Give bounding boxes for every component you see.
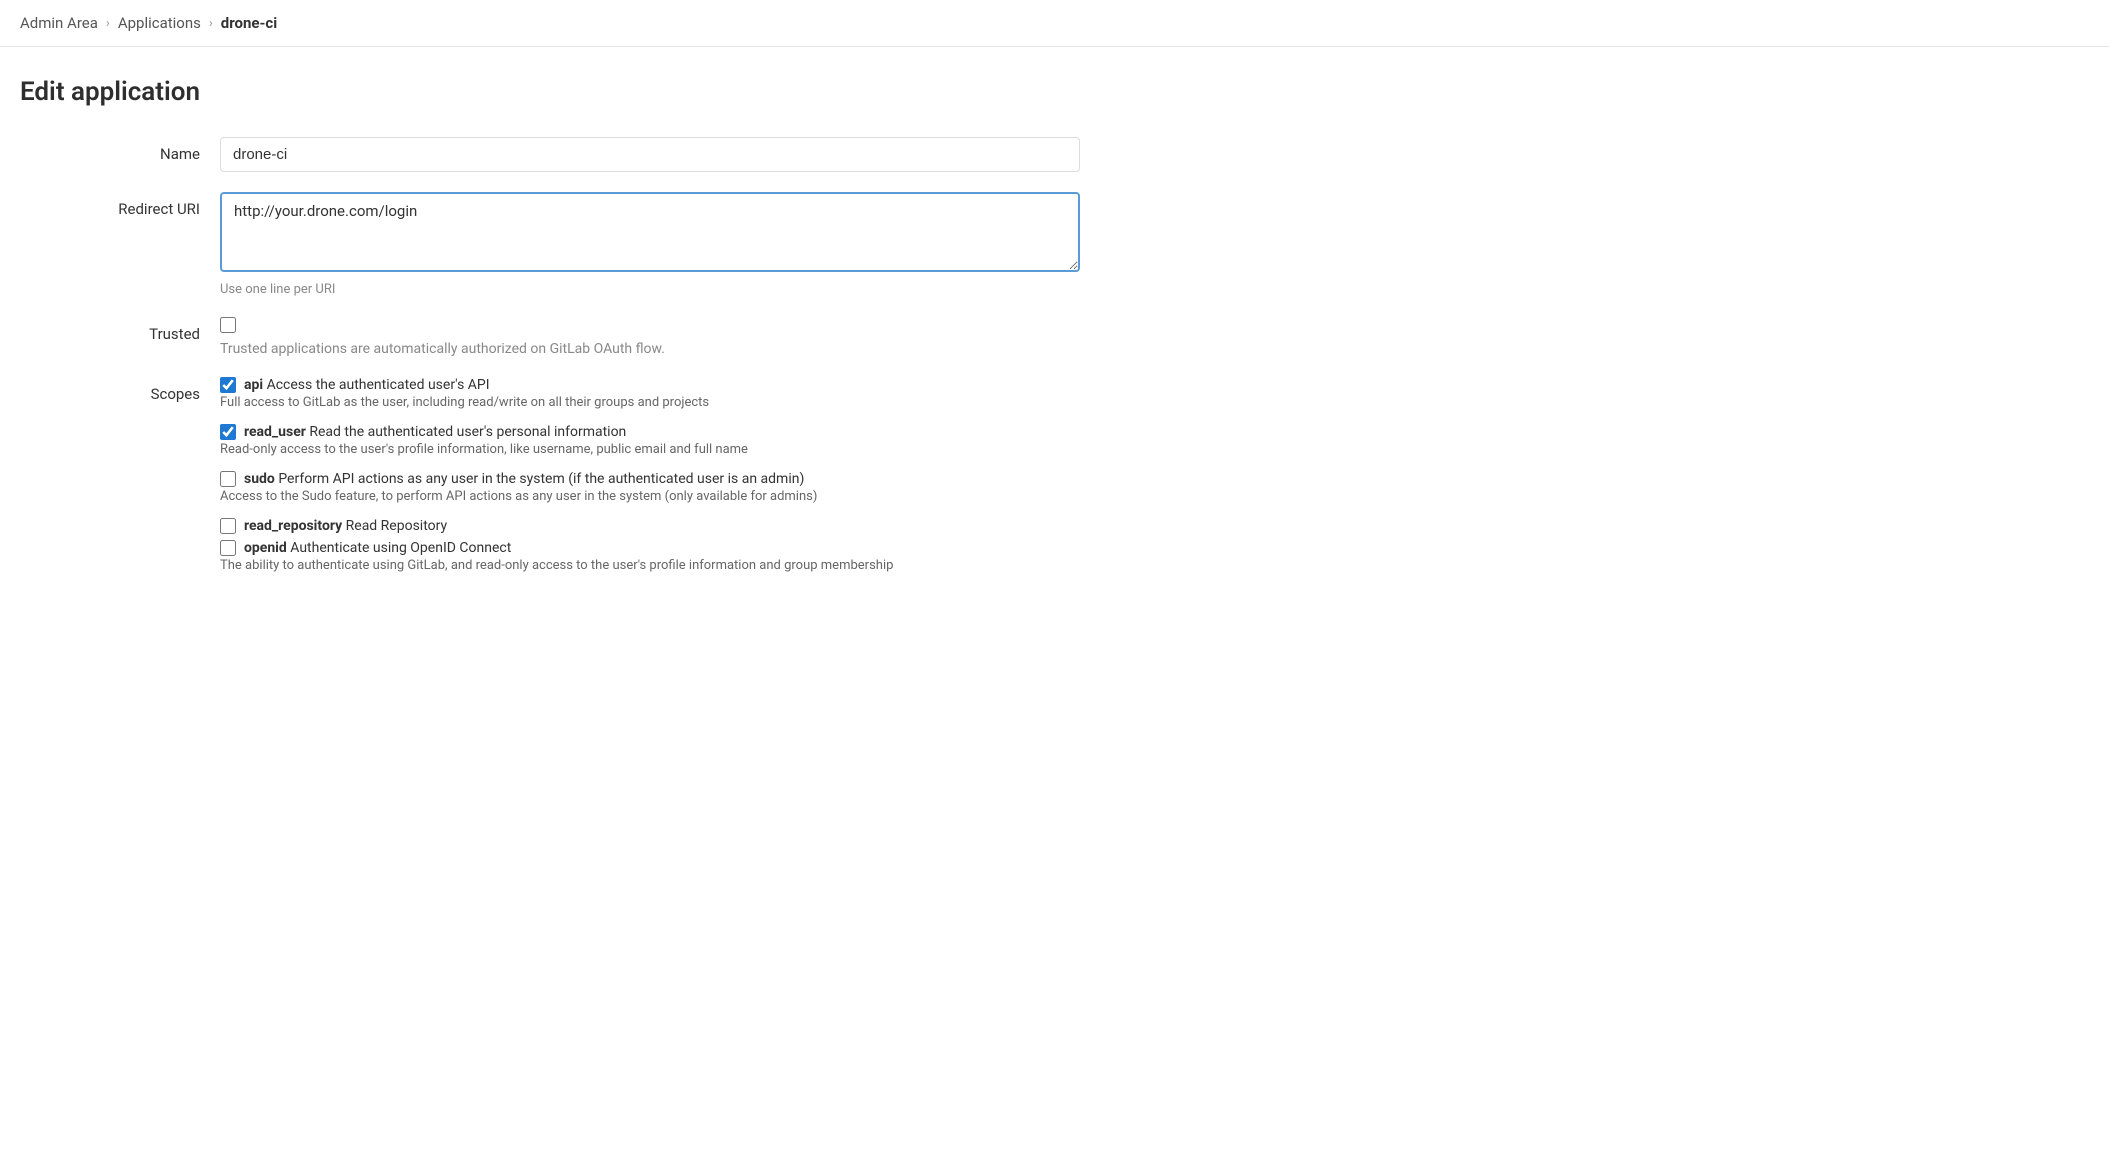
scope-name: openid [244, 540, 287, 556]
redirect-uri-row: Redirect URI http://your.drone.com/login… [20, 192, 1080, 297]
scope-name: read_repository [244, 518, 342, 534]
scope-item: read_user Read the authenticated user's … [220, 424, 1080, 465]
scope-name: api [244, 377, 263, 393]
scope-label-row: openid Authenticate using OpenID Connect [220, 540, 1080, 556]
edit-application-form: Name Redirect URI http://your.drone.com/… [20, 137, 1080, 607]
scope-detail: Full access to GitLab as the user, inclu… [220, 395, 1080, 410]
scope-checkbox-sudo[interactable] [220, 471, 236, 487]
breadcrumb-separator-2: › [209, 16, 213, 31]
name-input[interactable] [220, 137, 1080, 172]
scope-label-row: sudo Perform API actions as any user in … [220, 471, 1080, 487]
scope-detail: Read-only access to the user's profile i… [220, 442, 1080, 457]
trusted-field: Trusted applications are automatically a… [220, 317, 1080, 357]
redirect-uri-input[interactable]: http://your.drone.com/login [220, 192, 1080, 272]
scope-description: Access the authenticated user's API [267, 377, 490, 393]
breadcrumb-admin-area[interactable]: Admin Area [20, 14, 98, 32]
redirect-uri-field: http://your.drone.com/login Use one line… [220, 192, 1080, 297]
name-row: Name [20, 137, 1080, 172]
scope-checkbox-openid[interactable] [220, 540, 236, 556]
scope-label-sudo[interactable]: sudo Perform API actions as any user in … [244, 471, 804, 487]
trusted-description: Trusted applications are automatically a… [220, 341, 1080, 357]
breadcrumb-applications[interactable]: Applications [118, 14, 201, 32]
breadcrumb-separator-1: › [106, 16, 110, 31]
trusted-row: Trusted Trusted applications are automat… [20, 317, 1080, 357]
name-label: Name [20, 137, 220, 163]
scopes-row: Scopes api Access the authenticated user… [20, 377, 1080, 587]
page-title: Edit application [20, 77, 1080, 107]
scope-label-row: read_user Read the authenticated user's … [220, 424, 1080, 440]
scope-description: Authenticate using OpenID Connect [290, 540, 511, 556]
scope-label-api[interactable]: api Access the authenticated user's API [244, 377, 490, 393]
scope-checkbox-api[interactable] [220, 377, 236, 393]
scope-detail: Access to the Sudo feature, to perform A… [220, 489, 1080, 504]
scope-description: Read the authenticated user's personal i… [309, 424, 626, 440]
scope-item: api Access the authenticated user's API F… [220, 377, 1080, 418]
scope-label-read_repository[interactable]: read_repository Read Repository [244, 518, 447, 534]
scope-label-openid[interactable]: openid Authenticate using OpenID Connect [244, 540, 511, 556]
breadcrumb: Admin Area › Applications › drone-ci [0, 0, 2109, 47]
name-field [220, 137, 1080, 172]
scope-item: openid Authenticate using OpenID Connect… [220, 540, 1080, 581]
scope-description: Perform API actions as any user in the s… [278, 471, 804, 487]
scopes-container: api Access the authenticated user's API F… [220, 377, 1080, 587]
scope-detail: The ability to authenticate using GitLab… [220, 558, 1080, 573]
trusted-checkbox[interactable] [220, 317, 236, 333]
scope-checkbox-read_repository[interactable] [220, 518, 236, 534]
scope-description: Read Repository [346, 518, 447, 534]
trusted-label: Trusted [20, 317, 220, 343]
scopes-label: Scopes [20, 377, 220, 403]
scope-name: read_user [244, 424, 306, 440]
redirect-uri-label: Redirect URI [20, 192, 220, 218]
scopes-field: api Access the authenticated user's API F… [220, 377, 1080, 587]
main-content: Edit application Name Redirect URI http:… [0, 47, 1100, 647]
breadcrumb-current: drone-ci [221, 14, 277, 32]
scope-label-read_user[interactable]: read_user Read the authenticated user's … [244, 424, 626, 440]
scope-checkbox-read_user[interactable] [220, 424, 236, 440]
scope-item: sudo Perform API actions as any user in … [220, 471, 1080, 512]
trusted-checkbox-row [220, 317, 1080, 333]
redirect-uri-hint: Use one line per URI [220, 282, 1080, 297]
scope-item: read_repository Read Repository [220, 518, 1080, 534]
scope-label-row: read_repository Read Repository [220, 518, 1080, 534]
scope-name: sudo [244, 471, 275, 487]
scope-label-row: api Access the authenticated user's API [220, 377, 1080, 393]
